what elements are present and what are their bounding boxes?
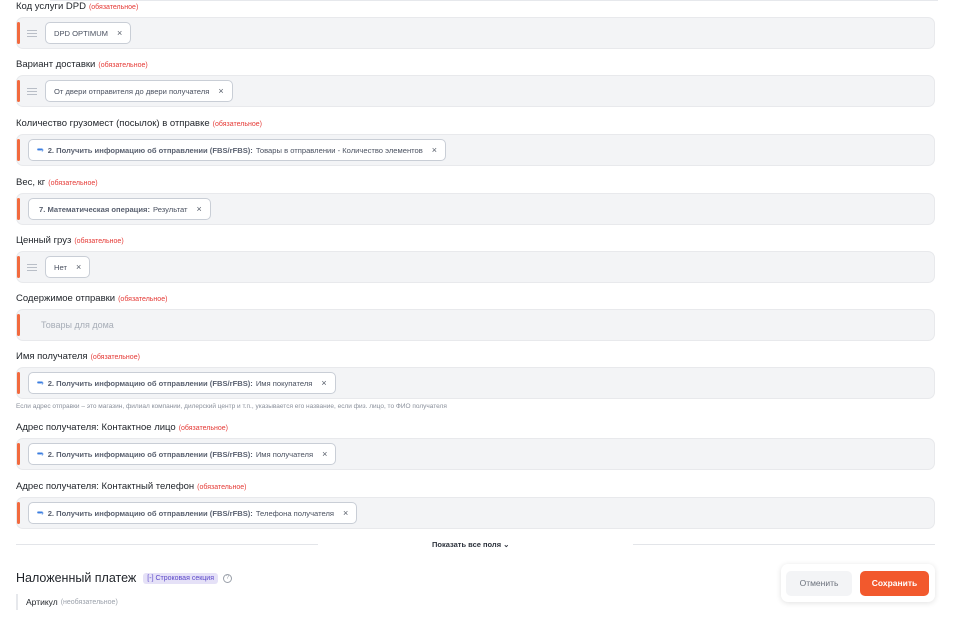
field-label: Количество грузомест (посылок) в отправк… <box>16 118 210 129</box>
variable-field[interactable]: •••› 2. Получить информацию об отправлени… <box>16 438 935 470</box>
variable-icon: •••› <box>37 146 44 154</box>
divider-right <box>633 543 935 545</box>
chip-value: Имя покупателя <box>255 378 313 388</box>
chip-source: 2. Получить информацию об отправлении (F… <box>47 145 253 155</box>
cancel-button[interactable]: Отменить <box>786 570 852 596</box>
chip-value: Имя получателя <box>255 449 314 459</box>
required-mark: (обязательное) <box>118 296 168 303</box>
variable-chip[interactable]: •••› 2. Получить информацию об отправлени… <box>28 372 336 394</box>
required-mark: (обязательное) <box>178 425 229 432</box>
chip-source: 2. Получить информацию об отправлении (F… <box>47 449 253 459</box>
chip-value: Товары в отправлении - Количество элемен… <box>255 145 423 155</box>
variable-chip[interactable]: •••› 2. Получить информацию об отправлени… <box>28 139 447 161</box>
variable-icon: •••› <box>37 450 44 458</box>
close-icon[interactable]: × <box>322 449 327 459</box>
chip-label: DPD OPTIMUM <box>54 28 108 38</box>
save-button[interactable]: Сохранить <box>860 570 929 596</box>
required-mark: (обязательное) <box>88 4 139 11</box>
field-label: Адрес получателя: Контактное лицо <box>16 422 176 433</box>
action-bar: Отменить Сохранить <box>781 564 935 602</box>
subsection-label: Артикул <box>26 597 58 607</box>
section-type-badge: [-] Строковая секция <box>143 572 218 584</box>
chip-label: От двери отправителя до двери получателя <box>54 86 210 96</box>
text-input[interactable]: Товары для дома <box>16 309 935 341</box>
field-shipment-contents: Содержимое отправки (обязательное) Товары… <box>16 292 935 341</box>
value-chip[interactable]: От двери отправителя до двери получателя… <box>45 80 233 102</box>
chip-source: 2. Получить информацию об отправлении (F… <box>47 508 253 518</box>
select-field[interactable]: DPD OPTIMUM × <box>16 17 935 49</box>
required-mark: (обязательное) <box>98 62 148 69</box>
chip-label: Нет <box>54 262 67 272</box>
field-label: Имя получателя <box>16 351 88 362</box>
chip-value: Результат <box>152 204 188 214</box>
field-label: Адрес получателя: Контактный телефон <box>16 481 195 492</box>
field-label: Вес, кг <box>16 177 46 188</box>
field-label: Содержимое отправки <box>16 293 116 304</box>
section-header: Наложенный платеж [-] Строковая секция ? <box>16 571 232 585</box>
value-chip[interactable]: Нет × <box>45 256 91 278</box>
close-icon[interactable]: × <box>117 28 122 38</box>
chip-value: Телефона получателя <box>255 508 334 518</box>
field-package-count: Количество грузомест (посылок) в отправк… <box>16 117 935 166</box>
list-icon <box>27 87 37 96</box>
field-recipient-name: Имя получателя (обязательное) •••› 2. Полу… <box>16 350 935 413</box>
required-mark: (обязательное) <box>74 238 124 245</box>
section-title: Наложенный платеж <box>16 571 137 585</box>
field-label: Вариант доставки <box>16 59 96 70</box>
close-icon[interactable]: × <box>432 145 437 155</box>
field-valuable-cargo: Ценный груз (обязательное) Нет × <box>16 234 935 283</box>
variable-field[interactable]: •••› 2. Получить информацию об отправлени… <box>16 367 935 399</box>
variable-field[interactable]: 7. Математическая операция: Результат × <box>16 193 935 225</box>
close-icon[interactable]: × <box>218 86 223 96</box>
chip-source: 2. Получить информацию об отправлении (F… <box>47 378 253 388</box>
required-mark: (обязательное) <box>197 484 247 491</box>
required-mark: (обязательное) <box>212 121 262 128</box>
show-all-fields-button[interactable]: Показать все поля ⌄ <box>432 540 509 549</box>
optional-mark: (необязательное) <box>60 598 118 606</box>
field-recipient-contact-person: Адрес получателя: Контактное лицо (обязат… <box>16 421 935 470</box>
value-chip[interactable]: DPD OPTIMUM × <box>45 22 132 44</box>
subsection-article: Артикул (необязательное) <box>16 594 118 610</box>
close-icon[interactable]: × <box>197 204 202 214</box>
field-label: Ценный груз <box>16 235 72 246</box>
show-all-fields: Показать все поля ⌄ <box>16 537 935 551</box>
close-icon[interactable]: × <box>76 262 81 272</box>
variable-icon: •••› <box>37 509 44 517</box>
field-hint: Если адрес отправки – это магазин, филиа… <box>16 403 447 410</box>
variable-field[interactable]: •••› 2. Получить информацию об отправлени… <box>16 134 935 166</box>
close-icon[interactable]: × <box>321 378 326 388</box>
field-dpd-service-code: Код услуги DPD (обязательное) DPD OPTIMUM… <box>16 0 935 49</box>
variable-chip[interactable]: •••› 2. Получить информацию об отправлени… <box>28 502 358 524</box>
field-label: Код услуги DPD <box>16 1 86 12</box>
chip-source: 7. Математическая операция: <box>39 204 150 214</box>
divider-left <box>16 543 318 545</box>
field-delivery-variant: Вариант доставки (обязательное) От двери … <box>16 58 935 107</box>
list-icon <box>27 263 37 272</box>
chevron-down-icon: ⌄ <box>503 539 510 549</box>
variable-icon: •••› <box>37 379 44 387</box>
input-placeholder: Товары для дома <box>41 320 114 330</box>
field-weight: Вес, кг (обязательное) 7. Математическая … <box>16 176 935 225</box>
show-all-label: Показать все поля <box>432 539 502 549</box>
close-icon[interactable]: × <box>343 508 348 518</box>
variable-field[interactable]: •••› 2. Получить информацию об отправлени… <box>16 497 935 529</box>
variable-chip[interactable]: •••› 2. Получить информацию об отправлени… <box>28 443 337 465</box>
select-field[interactable]: Нет × <box>16 251 935 283</box>
list-icon <box>27 29 37 38</box>
required-mark: (обязательное) <box>48 180 98 187</box>
required-mark: (обязательное) <box>90 354 140 361</box>
field-recipient-contact-phone: Адрес получателя: Контактный телефон (обя… <box>16 480 935 529</box>
variable-chip[interactable]: 7. Математическая операция: Результат × <box>28 198 211 220</box>
help-icon[interactable]: ? <box>222 573 232 583</box>
select-field[interactable]: От двери отправителя до двери получателя… <box>16 75 935 107</box>
